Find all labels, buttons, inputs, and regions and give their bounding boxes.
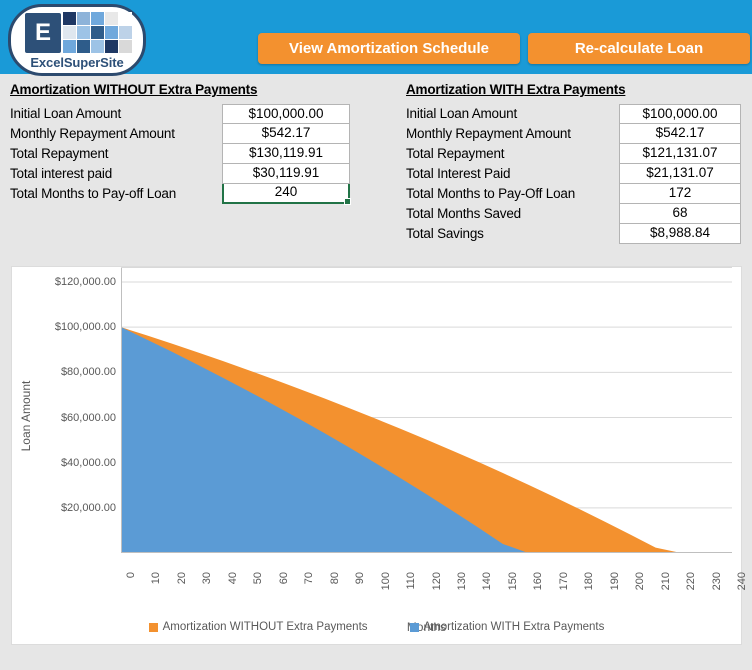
summary-row-value[interactable]: $21,131.07 — [619, 164, 741, 184]
summary-row: Total interest paid $30,119.91 — [10, 164, 355, 184]
summary-row-label: Total interest paid — [10, 166, 113, 181]
summary-row-value[interactable]: $121,131.07 — [619, 144, 741, 164]
legend-swatch-icon — [148, 622, 158, 632]
chart-x-tick-label: 0 — [125, 572, 137, 579]
logo-letter: E — [25, 13, 61, 53]
brand-logo: E ExcelSuperSite — [8, 4, 146, 76]
chart-x-tick-label: 70 — [303, 572, 316, 585]
chart-x-tick-label: 140 — [481, 572, 494, 591]
chart-x-tick-label: 190 — [608, 572, 621, 591]
chart-x-tick-label: 40 — [226, 572, 239, 585]
chart-x-tick-label: 130 — [455, 572, 468, 591]
summary-row-value[interactable]: $30,119.91 — [222, 164, 350, 184]
chart-legend: Amortization WITHOUT Extra Payments Amort… — [12, 621, 741, 633]
amortization-chart: Loan Amount $20,000.00 $40,000.00 $60,000.… — [11, 266, 748, 645]
chart-x-tick-label: 180 — [583, 572, 596, 591]
summary-row: Total Repayment $121,131.07 — [406, 144, 746, 164]
chart-x-tick-label: 230 — [710, 572, 723, 591]
summary-row: Monthly Repayment Amount $542.17 — [10, 124, 355, 144]
summary-row-label: Total Savings — [406, 226, 484, 241]
summary-row: Monthly Repayment Amount $542.17 — [406, 124, 746, 144]
summary-row-label: Total Repayment — [10, 146, 109, 161]
summary-row-label: Initial Loan Amount — [406, 106, 518, 121]
chart-y-tick-label: $20,000.00 — [60, 501, 116, 514]
summary-row-value[interactable]: $542.17 — [222, 124, 350, 144]
chart-inner: Loan Amount $20,000.00 $40,000.00 $60,000.… — [12, 267, 748, 644]
summary-row: Initial Loan Amount $100,000.00 — [406, 104, 746, 124]
chart-x-tick-label: 60 — [277, 572, 290, 585]
summary-rows-with: Initial Loan Amount $100,000.00 Monthly Re… — [406, 104, 746, 244]
chart-x-tick-label: 100 — [379, 572, 392, 591]
chart-svg — [121, 267, 732, 553]
summary-row-value[interactable]: 172 — [619, 184, 741, 204]
chart-x-tick-label: 50 — [252, 572, 265, 585]
summary-row-value[interactable]: $8,988.84 — [619, 224, 741, 244]
summary-row-label: Total Repayment — [406, 146, 505, 161]
legend-swatch-icon — [409, 622, 419, 632]
chart-x-tick-label: 200 — [634, 572, 647, 591]
re-calculate-loan-button[interactable]: Re-calculate Loan — [528, 33, 750, 64]
chart-y-tick-label: $120,000.00 — [54, 276, 116, 288]
summary-row-value-selected[interactable]: 240 — [222, 184, 351, 205]
chart-x-tick-label: 240 — [736, 572, 748, 591]
summary-row: Total Months to Pay-off Loan 240 — [10, 184, 355, 205]
summary-row-value[interactable]: $100,000.00 — [619, 104, 741, 124]
chart-x-tick-label: 20 — [175, 572, 188, 585]
chart-x-tick-label: 150 — [506, 572, 519, 591]
panel-title-without: Amortization WITHOUT Extra Payments — [10, 82, 258, 97]
chart-x-tick-label: 120 — [430, 572, 443, 591]
summary-row-label: Total Months Saved — [406, 206, 521, 221]
chart-x-tick-label: 80 — [328, 572, 341, 585]
summary-row-value[interactable]: $130,119.91 — [222, 144, 350, 164]
chart-x-tick-label: 210 — [659, 572, 672, 591]
summary-row: Total Interest Paid $21,131.07 — [406, 164, 746, 184]
chart-y-tick-label: $40,000.00 — [60, 456, 116, 469]
chart-legend-label: Amortization WITHOUT Extra Payments — [162, 621, 368, 633]
summary-row-value[interactable]: $542.17 — [619, 124, 741, 144]
summary-row: Total Savings $8,988.84 — [406, 224, 746, 244]
chart-x-tick-label: 220 — [685, 572, 698, 591]
chart-legend-label: Amortization WITH Extra Payments — [423, 621, 605, 633]
summary-row-label: Monthly Repayment Amount — [406, 126, 571, 141]
logo-mark: E — [19, 12, 135, 54]
app-header: E ExcelSuperSite View Amortization Sched… — [0, 0, 752, 76]
chart-x-tick-label: 160 — [532, 572, 545, 591]
summary-row-label: Total Months to Pay-off Loan — [10, 186, 177, 201]
chart-legend-item[interactable]: Amortization WITHOUT Extra Payments — [148, 621, 368, 633]
summary-row-label: Total Interest Paid — [406, 166, 511, 181]
summary-row-value[interactable]: $100,000.00 — [222, 104, 350, 124]
chart-y-axis-ticks: $20,000.00 $40,000.00 $60,000.00 $80,000.00… — [30, 267, 116, 644]
chart-y-tick-label: $80,000.00 — [60, 366, 116, 379]
summary-row: Total Months Saved 68 — [406, 204, 746, 224]
chart-x-tick-label: 10 — [150, 572, 163, 585]
chart-legend-item[interactable]: Amortization WITH Extra Payments — [409, 621, 605, 633]
chart-x-tick-label: 170 — [557, 572, 570, 591]
summary-row-label: Total Months to Pay-Off Loan — [406, 186, 575, 201]
chart-x-tick-label: 30 — [201, 572, 214, 585]
chart-y-tick-label: $100,000.00 — [54, 321, 116, 334]
panel-title-with: Amortization WITH Extra Payments — [406, 82, 626, 97]
chart-plot-area: 0 10 20 30 40 50 60 70 80 90 100 110 120 130 140 150 160… — [121, 282, 748, 634]
logo-brand-text: ExcelSuperSite — [30, 55, 124, 70]
summary-row: Total Months to Pay-Off Loan 172 — [406, 184, 746, 204]
summary-row: Initial Loan Amount $100,000.00 — [10, 104, 355, 124]
chart-x-tick-label: 90 — [354, 572, 367, 585]
amortization-with-extra-payments-panel: Amortization WITH Extra Payments Initial… — [406, 82, 746, 244]
summary-row-label: Initial Loan Amount — [10, 106, 122, 121]
chart-x-tick-label: 110 — [405, 572, 418, 590]
view-amortization-schedule-button[interactable]: View Amortization Schedule — [258, 33, 520, 64]
logo-tile-grid — [63, 12, 135, 54]
amortization-without-extra-payments-panel: Amortization WITHOUT Extra Payments Init… — [10, 82, 355, 205]
summary-row-value[interactable]: 68 — [619, 204, 741, 224]
summary-row: Total Repayment $130,119.91 — [10, 144, 355, 164]
summary-row-label: Monthly Repayment Amount — [10, 126, 175, 141]
summary-rows-without: Initial Loan Amount $100,000.00 Monthly Re… — [10, 104, 355, 205]
chart-y-tick-label: $60,000.00 — [60, 411, 116, 424]
